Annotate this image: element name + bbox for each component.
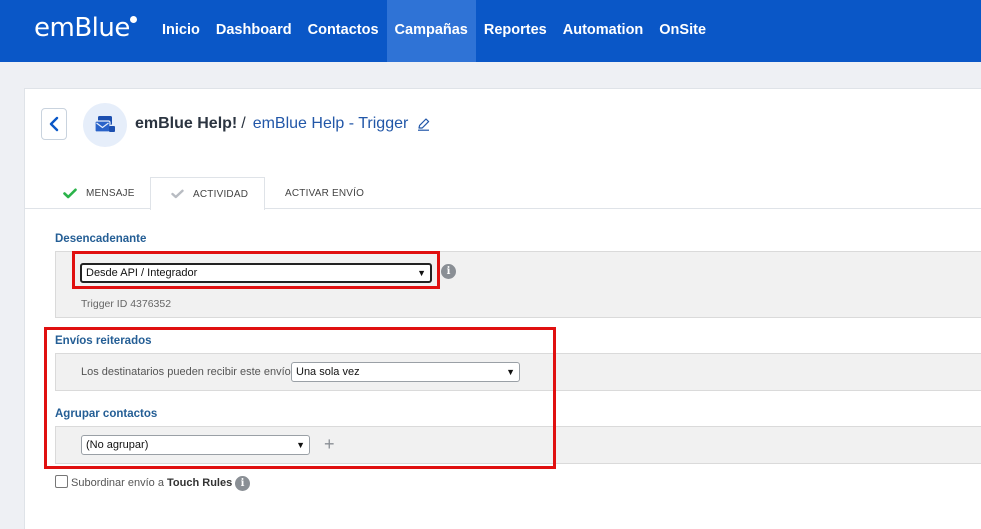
nav-item-reportes[interactable]: Reportes: [476, 0, 555, 62]
top-navigation-bar: emBlue Inicio Dashboard Contactos Campañ…: [0, 0, 981, 62]
page-title: emBlue Help! / emBlue Help - Trigger: [135, 115, 431, 133]
trigger-name: emBlue Help - Trigger: [252, 115, 409, 132]
edit-pencil-icon[interactable]: [416, 117, 431, 132]
subordinar-text: Subordinar envío a: [71, 477, 164, 489]
tab-activar-label: ACTIVAR ENVÍO: [285, 187, 365, 199]
subordinar-checkbox[interactable]: [55, 475, 68, 488]
title-separator: /: [241, 115, 246, 132]
info-icon[interactable]: i: [441, 264, 456, 279]
emblue-logo[interactable]: emBlue: [34, 13, 130, 43]
trigger-id: Trigger ID 4376352: [81, 298, 172, 310]
tab-actividad[interactable]: ACTIVIDAD: [150, 177, 265, 210]
check-icon: [171, 189, 184, 199]
touch-rules-label: Touch Rules: [167, 477, 233, 489]
tab-mensaje[interactable]: MENSAJE: [63, 177, 135, 209]
subordinar-label: Subordinar envío a Touch Rules: [71, 477, 232, 489]
check-icon: [63, 188, 77, 198]
main-nav: Inicio Dashboard Contactos Campañas Repo…: [154, 0, 714, 62]
tab-mensaje-label: MENSAJE: [86, 187, 135, 199]
nav-item-inicio[interactable]: Inicio: [154, 0, 208, 62]
nav-item-campanas[interactable]: Campañas: [386, 0, 476, 62]
nav-item-automation[interactable]: Automation: [555, 0, 652, 62]
campaign-icon: [94, 116, 115, 133]
back-button[interactable]: [41, 108, 67, 140]
back-chevron-icon: [49, 116, 59, 132]
nav-item-contactos[interactable]: Contactos: [300, 0, 387, 62]
campaign-name[interactable]: emBlue Help!: [135, 115, 237, 133]
desencadenante-label: Desencadenante: [55, 233, 147, 245]
info-icon[interactable]: i: [235, 476, 250, 491]
campaign-avatar: [83, 103, 127, 147]
highlight-box-options: [44, 327, 556, 469]
logo-dot: [130, 16, 137, 23]
main-card: emBlue Help! / emBlue Help - Trigger MEN…: [24, 88, 981, 529]
tab-activar-envio[interactable]: ACTIVAR ENVÍO: [285, 177, 364, 209]
tab-actividad-label: ACTIVIDAD: [193, 188, 249, 200]
nav-item-onsite[interactable]: OnSite: [651, 0, 714, 62]
highlight-box-trigger: [72, 251, 440, 289]
nav-item-dashboard[interactable]: Dashboard: [208, 0, 300, 62]
